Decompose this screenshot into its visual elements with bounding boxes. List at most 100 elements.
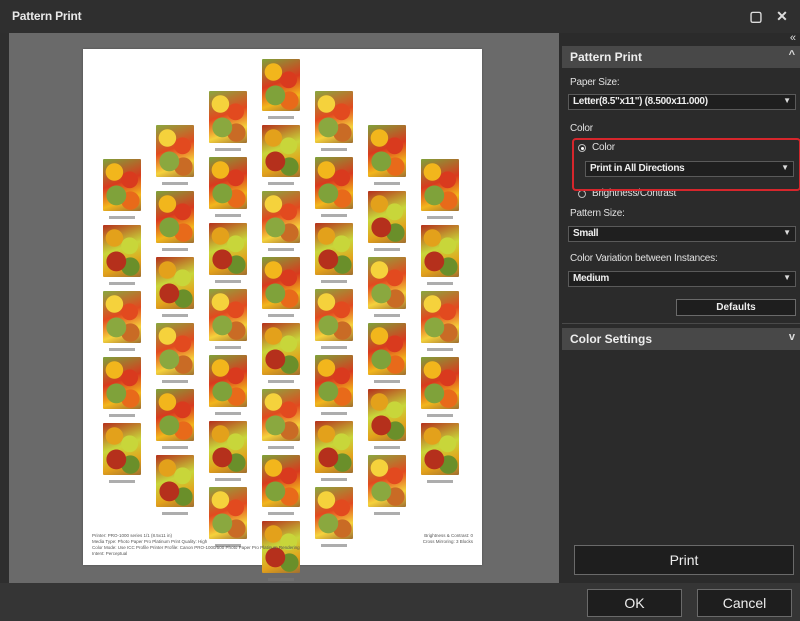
tile-caption: [321, 478, 347, 481]
tile-caption: [109, 414, 135, 417]
tile-image: [315, 157, 353, 209]
defaults-button[interactable]: Defaults: [676, 299, 796, 316]
pattern-tile: [103, 291, 141, 355]
pattern-tile: [103, 225, 141, 289]
window-title: Pattern Print: [12, 9, 82, 23]
pattern-tile: [156, 389, 194, 453]
tile-caption: [268, 182, 294, 185]
tile-image: [103, 159, 141, 211]
tile-caption: [427, 480, 453, 483]
tile-caption: [268, 446, 294, 449]
tile-caption: [162, 380, 188, 383]
tile-image: [421, 159, 459, 211]
tile-image: [156, 191, 194, 243]
color-variation-select[interactable]: Medium ▼: [568, 271, 796, 287]
pattern-tile: [209, 355, 247, 419]
tile-caption: [162, 248, 188, 251]
paper-footer-right: Brightness & Contrast: 0 Cross Mirroring…: [363, 533, 473, 545]
pattern-tile: [209, 223, 247, 287]
tile-caption: [268, 578, 294, 581]
pattern-tile: [368, 323, 406, 387]
color-settings-section-header[interactable]: Color Settings v: [562, 328, 800, 350]
paper-size-value: Letter(8.5"x11") (8.500x11.000): [573, 96, 708, 107]
dropdown-arrow-icon: ▼: [783, 273, 791, 282]
pattern-tile: [209, 157, 247, 221]
close-icon[interactable]: ✕: [772, 6, 792, 26]
color-variation-value: Medium: [573, 273, 609, 284]
pattern-tile: [421, 159, 459, 223]
tile-image: [368, 191, 406, 243]
brightness-contrast-radio[interactable]: [578, 190, 586, 198]
tile-image: [262, 125, 300, 177]
pattern-tile: [421, 291, 459, 355]
pattern-tile: [315, 421, 353, 485]
tile-caption: [374, 512, 400, 515]
tile-image: [156, 323, 194, 375]
tile-image: [315, 487, 353, 539]
chevron-up-icon: ^: [788, 49, 795, 61]
tile-image: [421, 357, 459, 409]
pattern-tile: [103, 357, 141, 421]
tile-image: [209, 157, 247, 209]
cancel-button[interactable]: Cancel: [697, 589, 792, 617]
pattern-size-select[interactable]: Small ▼: [568, 226, 796, 242]
tile-caption: [427, 282, 453, 285]
pattern-tile: [421, 225, 459, 289]
pattern-tile: [315, 91, 353, 155]
pattern-tile: [262, 323, 300, 387]
tile-caption: [162, 314, 188, 317]
pattern-tile: [262, 455, 300, 519]
tile-caption: [374, 380, 400, 383]
tile-image: [262, 455, 300, 507]
tile-image: [209, 487, 247, 539]
tile-image: [103, 291, 141, 343]
pattern-tile: [156, 191, 194, 255]
print-button[interactable]: Print: [574, 545, 794, 575]
tile-caption: [321, 214, 347, 217]
bottom-bar: OK Cancel: [0, 583, 800, 621]
dropdown-arrow-icon: ▼: [783, 228, 791, 237]
paper-size-label: Paper Size:: [570, 77, 620, 88]
tile-image: [368, 125, 406, 177]
pattern-tile: [262, 125, 300, 189]
pattern-tile: [156, 125, 194, 189]
tile-caption: [374, 314, 400, 317]
pattern-size-value: Small: [573, 228, 599, 239]
pattern-tile: [209, 289, 247, 353]
tile-caption: [162, 446, 188, 449]
tile-caption: [215, 412, 241, 415]
tile-image: [262, 323, 300, 375]
tile-image: [421, 423, 459, 475]
ok-button[interactable]: OK: [587, 589, 682, 617]
tile-caption: [215, 280, 241, 283]
tile-caption: [215, 214, 241, 217]
tile-image: [103, 225, 141, 277]
pattern-print-section-header[interactable]: Pattern Print ^: [562, 46, 800, 68]
section-title: Pattern Print: [570, 50, 643, 64]
tile-caption: [321, 412, 347, 415]
tile-image: [315, 223, 353, 275]
tile-image: [368, 323, 406, 375]
tile-image: [103, 423, 141, 475]
pattern-tile: [368, 455, 406, 519]
restore-icon[interactable]: ▢: [746, 6, 766, 26]
tile-caption: [215, 148, 241, 151]
tile-image: [209, 223, 247, 275]
tile-caption: [321, 280, 347, 283]
tile-image: [209, 355, 247, 407]
pattern-tile: [368, 257, 406, 321]
pattern-tile: [262, 257, 300, 321]
collapse-panel-icon[interactable]: «: [790, 32, 796, 44]
tile-image: [156, 125, 194, 177]
tile-caption: [268, 116, 294, 119]
tile-caption: [374, 446, 400, 449]
pattern-tile: [315, 289, 353, 353]
tile-image: [209, 91, 247, 143]
tile-caption: [321, 148, 347, 151]
tile-caption: [215, 478, 241, 481]
chevron-down-icon: v: [788, 331, 795, 343]
tile-image: [315, 421, 353, 473]
paper-size-select[interactable]: Letter(8.5"x11") (8.500x11.000) ▼: [568, 94, 796, 110]
tile-caption: [268, 248, 294, 251]
tile-image: [421, 291, 459, 343]
